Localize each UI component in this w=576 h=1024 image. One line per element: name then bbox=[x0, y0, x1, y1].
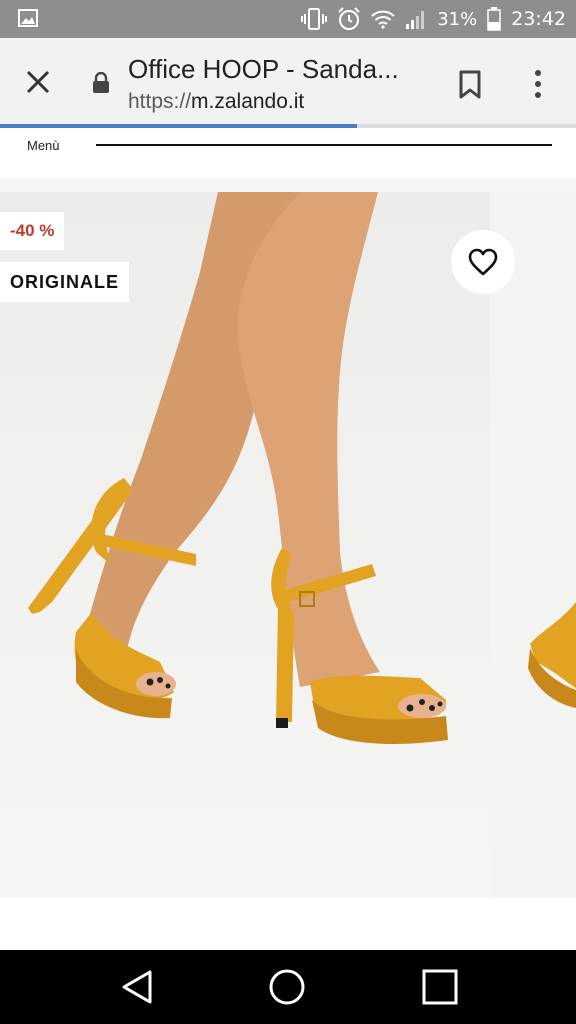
origin-badge: ORIGINALE bbox=[0, 262, 130, 302]
url-scheme: https:// bbox=[128, 90, 192, 113]
alarm-icon bbox=[338, 7, 360, 30]
product-image-carousel[interactable]: -40 % ORIGINALE bbox=[0, 192, 576, 898]
recents-icon[interactable] bbox=[420, 967, 460, 1007]
bookmark-icon[interactable] bbox=[458, 70, 482, 100]
heart-icon bbox=[468, 248, 498, 276]
section-gap bbox=[0, 178, 576, 192]
battery-percent: 31% bbox=[437, 8, 478, 30]
url-bar[interactable]: https://m.zalando.it bbox=[128, 90, 304, 114]
battery-icon bbox=[487, 7, 501, 31]
lock-icon bbox=[93, 72, 109, 93]
nav-divider bbox=[96, 144, 552, 146]
system-nav-bar bbox=[0, 950, 576, 1024]
gallery-icon bbox=[18, 9, 38, 27]
url-host: m.zalando.it bbox=[191, 90, 305, 113]
vibrate-icon bbox=[301, 8, 328, 30]
page-title[interactable]: Office HOOP - Sanda... bbox=[128, 54, 399, 85]
clock: 23:42 bbox=[511, 8, 566, 30]
close-icon[interactable] bbox=[22, 66, 54, 98]
back-icon[interactable] bbox=[118, 967, 158, 1007]
status-bar: 31% 23:42 bbox=[0, 0, 576, 38]
more-options-icon[interactable] bbox=[532, 68, 544, 100]
discount-badge: -40 % bbox=[0, 212, 65, 250]
site-nav: Menù bbox=[0, 128, 576, 179]
favorite-button[interactable] bbox=[451, 230, 515, 294]
wifi-icon bbox=[371, 10, 395, 29]
signal-icon bbox=[406, 11, 425, 29]
home-icon[interactable] bbox=[267, 967, 307, 1007]
below-image-area bbox=[0, 898, 576, 950]
browser-toolbar: Office HOOP - Sanda... https://m.zalando… bbox=[0, 38, 576, 126]
menu-link[interactable]: Menù bbox=[27, 138, 60, 153]
